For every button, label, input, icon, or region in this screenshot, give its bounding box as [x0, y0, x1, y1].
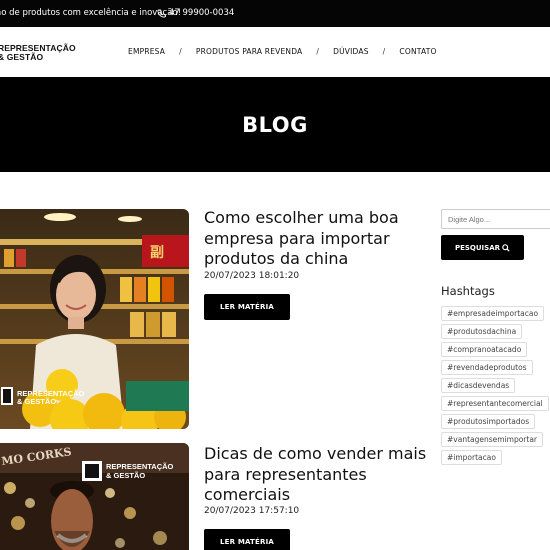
- post-title[interactable]: Dicas de como vender mais para represent…: [204, 444, 429, 506]
- read-more-button[interactable]: LER MATÉRIA: [204, 294, 290, 320]
- post-thumbnail[interactable]: 副 REPRESENTAÇÃO & GESTÃO: [0, 209, 189, 429]
- search-button[interactable]: PESQUISAR: [441, 235, 524, 260]
- hashtag-tag[interactable]: #compranoatacado: [441, 342, 528, 357]
- hashtag-tag[interactable]: #vantagensemimportar: [441, 432, 544, 447]
- main-nav: EMPRESA / PRODUTOS PARA REVENDA / DÚVIDA…: [128, 47, 437, 56]
- hashtag-tag[interactable]: #dicasdevendas: [441, 378, 516, 393]
- site-header: REPRESENTAÇÃO & GESTÃO EMPRESA / PRODUTO…: [0, 27, 550, 77]
- hashtag-tag[interactable]: #empresadeimportacao: [441, 306, 545, 321]
- nav-empresa[interactable]: EMPRESA: [128, 47, 165, 56]
- hashtag-tag[interactable]: #importacao: [441, 450, 502, 465]
- nav-separator: /: [316, 47, 320, 56]
- post-title[interactable]: Como escolher uma boa empresa para impor…: [204, 208, 429, 270]
- image-logo-line2: & GESTÃO: [17, 397, 56, 406]
- page-banner: BLOG: [0, 77, 550, 172]
- logo-line2: & GESTÃO: [0, 51, 44, 62]
- hashtags-heading: Hashtags: [441, 284, 495, 298]
- site-logo[interactable]: REPRESENTAÇÃO & GESTÃO: [0, 44, 76, 61]
- search-icon: [502, 243, 510, 252]
- phone-contact[interactable]: 47 99900-0034: [157, 8, 234, 18]
- hashtag-tag[interactable]: #representantecomercial: [441, 396, 549, 411]
- page-title: BLOG: [242, 113, 308, 137]
- tagline: ão de produtos com excelência e inovação…: [0, 8, 182, 18]
- image-logo-line1: REPRESENTAÇÃO: [106, 462, 174, 471]
- image-logo-line2: & GESTÃO: [106, 471, 145, 480]
- nav-contato[interactable]: CONTATO: [399, 47, 436, 56]
- post-thumbnail[interactable]: MO CORKS REPRESENTAÇÃO & GESTÃO: [0, 443, 189, 550]
- hashtag-tag[interactable]: #produtosimportados: [441, 414, 536, 429]
- post-image-market: 副 REPRESENTAÇÃO & GESTÃO: [0, 209, 189, 429]
- nav-separator: /: [179, 47, 182, 56]
- nav-duvidas[interactable]: DÚVIDAS: [333, 47, 369, 56]
- nav-produtos-para-revenda[interactable]: PRODUTOS PARA REVENDA: [196, 47, 303, 56]
- post-date: 20/07/2023 18:01:20: [204, 271, 300, 281]
- hashtag-tag[interactable]: #revendadeprodutos: [441, 360, 533, 375]
- phone-icon: [157, 8, 166, 18]
- search-input[interactable]: [441, 209, 550, 229]
- search-button-label: PESQUISAR: [454, 243, 501, 252]
- post-image-salesman: MO CORKS REPRESENTAÇÃO & GESTÃO: [0, 443, 189, 550]
- nav-separator: /: [382, 47, 386, 56]
- top-bar: ão de produtos com excelência e inovação…: [0, 0, 550, 27]
- post-date: 20/07/2023 17:57:10: [204, 506, 300, 516]
- read-more-button[interactable]: LER MATÉRIA: [204, 529, 290, 550]
- store-sign-text: 副: [150, 245, 164, 261]
- phone-number[interactable]: 47 99900-0034: [169, 8, 234, 18]
- hashtag-tag[interactable]: #produtosdachina: [441, 324, 523, 339]
